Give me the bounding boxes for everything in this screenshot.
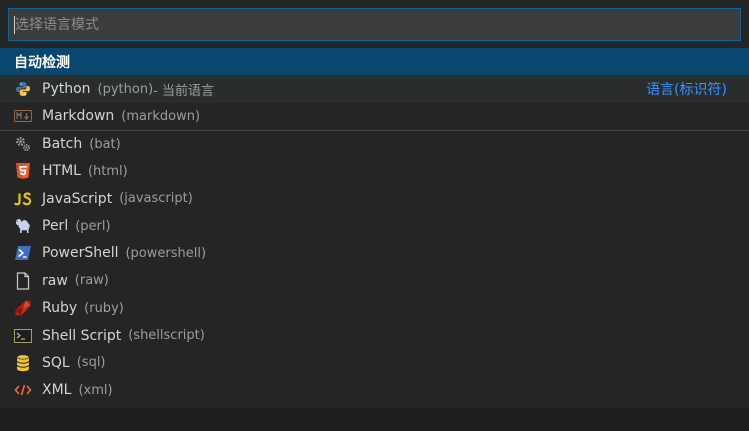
list-item-shellscript[interactable]: Shell Script (shellscript) — [0, 322, 749, 349]
editor-background — [0, 408, 749, 431]
python-icon — [14, 80, 32, 98]
item-language-id: (shellscript) — [128, 328, 205, 344]
database-icon — [14, 354, 32, 372]
list-item-xml[interactable]: XML (xml) — [0, 377, 749, 404]
item-language-id: (bat) — [89, 136, 121, 152]
list-item-powershell[interactable]: PowerShell (powershell) — [0, 240, 749, 267]
item-label: PowerShell — [42, 245, 119, 262]
language-mode-picker: 自动检测 Python (python) - 当前语言 语言(标识符) — [0, 0, 749, 408]
auto-detect-label: 自动检测 — [14, 54, 70, 71]
item-language-id: (powershell) — [125, 245, 207, 261]
language-list: 自动检测 Python (python) - 当前语言 语言(标识符) Mark… — [0, 48, 749, 404]
perl-camel-icon — [14, 217, 32, 235]
item-label: Markdown — [42, 108, 115, 125]
item-language-id: (python) — [97, 81, 154, 97]
item-detail-label: 语言(标识符) — [646, 82, 727, 99]
item-language-id: (javascript) — [119, 191, 193, 207]
item-language-id: (html) — [87, 163, 128, 179]
file-icon — [14, 272, 32, 290]
list-item-auto-detect[interactable]: 自动检测 — [0, 48, 749, 76]
item-label: XML — [42, 382, 72, 399]
item-label: JavaScript — [42, 190, 113, 207]
list-item-markdown[interactable]: Markdown (markdown) — [0, 103, 749, 130]
list-item-html[interactable]: HTML (html) — [0, 158, 749, 185]
item-label: Shell Script — [42, 327, 122, 344]
item-language-id: (markdown) — [121, 108, 201, 124]
list-item-perl[interactable]: Perl (perl) — [0, 212, 749, 239]
item-language-id: (raw) — [74, 273, 109, 289]
item-label: Ruby — [42, 300, 78, 317]
list-item-raw[interactable]: raw (raw) — [0, 267, 749, 294]
item-language-id: (ruby) — [84, 300, 124, 316]
item-language-id: (perl) — [75, 218, 111, 234]
html5-icon — [14, 162, 32, 180]
item-label: Python — [42, 81, 91, 98]
language-search-input[interactable] — [9, 9, 740, 40]
terminal-icon — [14, 327, 32, 345]
list-item-python[interactable]: Python (python) - 当前语言 语言(标识符) — [0, 75, 749, 103]
markdown-icon — [14, 107, 32, 125]
item-label: Perl — [42, 218, 69, 235]
text-caret — [14, 16, 15, 34]
item-label: raw — [42, 272, 68, 289]
item-language-id: (sql) — [76, 355, 106, 371]
powershell-icon — [14, 244, 32, 262]
gears-icon — [14, 135, 32, 153]
item-language-id: (xml) — [78, 382, 113, 398]
list-item-javascript[interactable]: JavaScript (javascript) — [0, 185, 749, 212]
item-label: HTML — [42, 163, 81, 180]
item-label: SQL — [42, 354, 70, 371]
item-current-marker: - 当前语言 — [153, 83, 214, 99]
list-item-sql[interactable]: SQL (sql) — [0, 349, 749, 376]
ruby-gem-icon — [14, 299, 32, 317]
list-item-ruby[interactable]: Ruby (ruby) — [0, 295, 749, 322]
item-label: Batch — [42, 136, 83, 153]
javascript-icon — [14, 190, 32, 208]
code-brackets-icon — [14, 381, 32, 399]
list-item-batch[interactable]: Batch (bat) — [0, 130, 749, 157]
search-field[interactable] — [8, 8, 741, 41]
